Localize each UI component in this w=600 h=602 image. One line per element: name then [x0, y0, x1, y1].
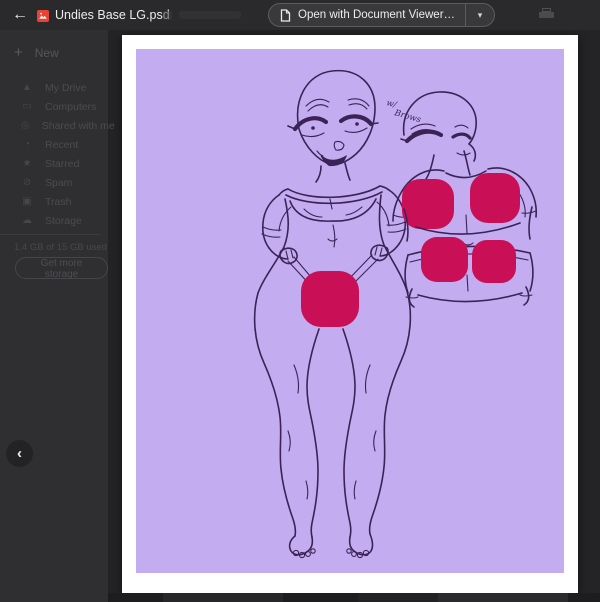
preview-topbar: ← Undies Base LG.psd Open with Document …	[0, 0, 600, 30]
back-icon[interactable]: ←	[8, 3, 32, 27]
clock-icon: ◔	[23, 139, 31, 150]
sidebar-item-label: My Drive	[45, 81, 87, 94]
censor-blob	[402, 179, 454, 229]
sidebar-item-label: Trash	[45, 195, 72, 208]
artwork-canvas: w/ Brows	[136, 49, 564, 573]
previous-file-button[interactable]: ‹	[6, 440, 33, 467]
dimmed-icon	[163, 10, 172, 20]
star-icon: ★	[22, 158, 32, 169]
get-more-storage-button[interactable]: Get more storage	[15, 257, 108, 280]
psd-file-icon	[37, 9, 49, 22]
sidebar-item-trash[interactable]: ▣ Trash	[0, 192, 108, 211]
sidebar-item-label: Recent	[45, 138, 79, 151]
open-with-button[interactable]: Open with Document Viewer… ▾	[268, 3, 496, 27]
bottom-dimmed-strip	[108, 593, 600, 602]
plus-icon: +	[14, 44, 23, 61]
sidebar-item-shared-with-me[interactable]: ◎ Shared with me	[0, 116, 115, 135]
censor-blob	[301, 271, 359, 327]
sidebar-item-label: Spam	[45, 176, 73, 189]
sidebar-item-label: Shared with me	[41, 119, 115, 132]
sidebar-nav: ▲ My Drive ▭ Computers ◎ Shared with me …	[0, 78, 115, 230]
new-button[interactable]: + New	[14, 44, 59, 61]
printer-icon[interactable]	[539, 8, 554, 22]
open-with-label: Open with Document Viewer…	[298, 9, 456, 21]
sidebar-item-recent[interactable]: ◔ Recent	[0, 135, 108, 154]
dimmed-label	[179, 11, 241, 19]
sidebar-divider	[0, 234, 100, 235]
sidebar-item-storage[interactable]: ☁ Storage	[0, 211, 108, 230]
censor-blob	[421, 237, 468, 282]
sidebar-item-my-drive[interactable]: ▲ My Drive	[0, 78, 108, 97]
sidebar-item-label: Computers	[45, 100, 97, 113]
sidebar-item-starred[interactable]: ★ Starred	[0, 154, 108, 173]
censor-blob	[470, 173, 520, 223]
preview-stage: w/ Brows	[108, 30, 600, 602]
new-label: New	[34, 45, 59, 60]
preview-page: w/ Brows	[122, 35, 578, 593]
storage-usage-text: 1.4 GB of 15 GB used	[14, 242, 107, 253]
sidebar-item-computers[interactable]: ▭ Computers	[0, 97, 108, 116]
computers-icon: ▭	[22, 101, 32, 112]
file-name: Undies Base LG.psd	[55, 8, 170, 22]
censor-blob	[472, 240, 516, 283]
sidebar-item-label: Starred	[45, 157, 80, 170]
dimmed-background-text	[163, 10, 241, 20]
trash-icon: ▣	[22, 196, 32, 207]
sidebar-item-label: Storage	[45, 214, 82, 227]
spam-icon: ⊘	[22, 177, 32, 188]
document-icon	[280, 8, 291, 22]
drive-sidebar: + New ▲ My Drive ▭ Computers ◎ Shared wi…	[0, 30, 115, 602]
chevron-down-icon[interactable]: ▾	[466, 10, 494, 21]
sidebar-item-spam[interactable]: ⊘ Spam	[0, 173, 108, 192]
my-drive-icon: ▲	[22, 82, 32, 93]
cloud-icon: ☁	[22, 215, 32, 226]
people-icon: ◎	[21, 120, 30, 131]
drive-preview-screen: ← Undies Base LG.psd Open with Document …	[0, 0, 600, 602]
